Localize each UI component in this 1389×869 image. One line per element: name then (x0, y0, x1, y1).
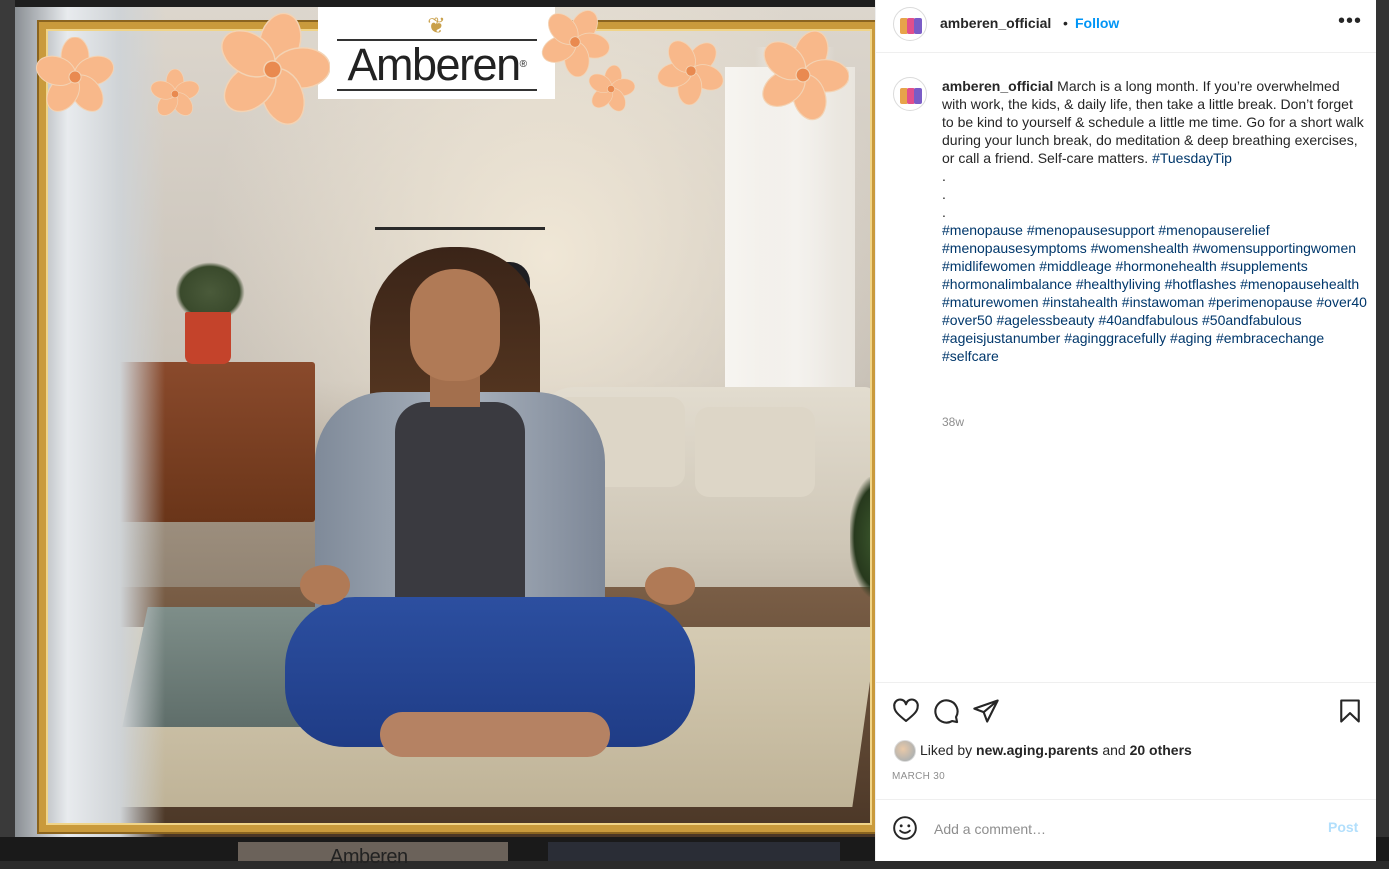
follow-button[interactable]: Follow (1075, 15, 1119, 31)
hashtag-link[interactable]: #menopausesupport (1027, 222, 1155, 238)
hashtag-link[interactable]: #aginggracefully (1064, 330, 1166, 346)
hashtag-link[interactable]: #menopausehealth (1240, 276, 1359, 292)
brand-logo: ❦ Amberen® (318, 7, 555, 99)
woman-face (410, 269, 500, 381)
hashtag-link[interactable]: #hotflashes (1165, 276, 1237, 292)
hashtag-link[interactable]: #instawoman (1122, 294, 1205, 310)
caption-username[interactable]: amberen_official (942, 78, 1053, 94)
hashtag-link[interactable]: #menopause (942, 222, 1023, 238)
plant (850, 477, 875, 597)
caption-spacer: . . . (942, 168, 946, 220)
hashtag-link[interactable]: #menopausesymptoms (942, 240, 1087, 256)
hashtag-link[interactable]: #40andfabulous (1098, 312, 1198, 328)
post-header: amberen_official • Follow ••• (876, 0, 1376, 53)
feed-thumbnail[interactable] (548, 842, 840, 861)
hashtag-link[interactable]: #selfcare (942, 348, 999, 364)
caption-timestamp[interactable]: 38w (942, 415, 964, 429)
hashtag-link[interactable]: #maturewomen (942, 294, 1039, 310)
post-comment-button[interactable]: Post (1328, 819, 1358, 835)
plant-pot (185, 312, 231, 364)
flower-icon (762, 30, 849, 121)
hashtag-link[interactable]: #hormonehealth (1116, 258, 1217, 274)
post-date[interactable]: MARCH 30 (892, 771, 945, 782)
flower-icon (150, 69, 200, 116)
liker-username[interactable]: new.aging.parents (976, 742, 1098, 758)
post-details-panel: amberen_official • Follow ••• amberen_of… (875, 0, 1376, 861)
hashtag-link[interactable]: #ageisjustanumber (942, 330, 1060, 346)
profile-avatar[interactable] (893, 7, 927, 41)
butterfly-icon: ❦ (427, 13, 446, 38)
woman-hand (300, 565, 350, 605)
hashtag-link[interactable]: #healthyliving (1076, 276, 1161, 292)
bookmark-icon[interactable] (1336, 697, 1364, 725)
hashtag-list: #menopause #menopausesupport #menopauser… (942, 221, 1367, 365)
liker-avatar[interactable] (894, 740, 916, 762)
logo-wordmark: Amberen® (347, 39, 527, 90)
hashtag-link[interactable]: #instahealth (1042, 294, 1118, 310)
more-options-icon[interactable]: ••• (1338, 10, 1362, 33)
header-username[interactable]: amberen_official (940, 15, 1051, 31)
hashtag-link[interactable]: #supplements (1221, 258, 1308, 274)
logo-rule (336, 89, 537, 91)
sofa-cushion (695, 407, 815, 497)
post-caption: amberen_official March is a long month. … (942, 77, 1367, 365)
post-image[interactable]: ❦ Amberen® (15, 7, 875, 837)
flower-icon (588, 65, 635, 112)
hashtag-link[interactable]: #menopauserelief (1158, 222, 1269, 238)
hashtag-link[interactable]: #hormonalimbalance (942, 276, 1072, 292)
curtain (15, 7, 165, 837)
hashtag-link[interactable]: #embracechange (1216, 330, 1324, 346)
likes-prefix: Liked by (920, 742, 973, 758)
hashtag-link[interactable]: #womensupportingwomen (1193, 240, 1356, 256)
hashtag-link[interactable]: #middleage (1039, 258, 1111, 274)
hashtag-link[interactable]: #50andfabulous (1202, 312, 1302, 328)
backdrop-left (0, 0, 15, 861)
comment-bubble-icon[interactable] (932, 697, 960, 725)
likes-and: and (1102, 742, 1126, 758)
hashtag-link[interactable]: #TuesdayTip (1152, 150, 1232, 166)
hashtag-link[interactable]: #perimenopause (1208, 294, 1312, 310)
likes-others-link[interactable]: 20 others (1130, 742, 1192, 758)
hashtag-link[interactable]: #over40 (1316, 294, 1367, 310)
woman-hand (645, 567, 695, 605)
comment-bar: Post (876, 799, 1376, 862)
flower-icon (221, 12, 330, 125)
separator-dot: • (1063, 15, 1068, 31)
hashtag-link[interactable]: #womenshealth (1091, 240, 1189, 256)
smiley-face-icon[interactable] (892, 815, 918, 841)
caption-avatar[interactable] (893, 77, 927, 111)
paper-plane-icon[interactable] (972, 697, 1000, 725)
hashtag-link[interactable]: #midlifewomen (942, 258, 1035, 274)
backdrop-right (1375, 0, 1389, 861)
comment-input[interactable] (932, 815, 1306, 843)
heart-icon[interactable] (892, 697, 920, 725)
hashtag-link[interactable]: #aging (1170, 330, 1212, 346)
hashtag-link[interactable]: #over50 (942, 312, 993, 328)
flower-icon (657, 40, 724, 105)
feed-thumbnail-logo: Amberen (330, 846, 408, 868)
hashtag-link[interactable]: #agelessbeauty (996, 312, 1094, 328)
action-bar (876, 682, 1376, 739)
woman-feet (380, 712, 610, 757)
flower-icon (35, 37, 115, 112)
